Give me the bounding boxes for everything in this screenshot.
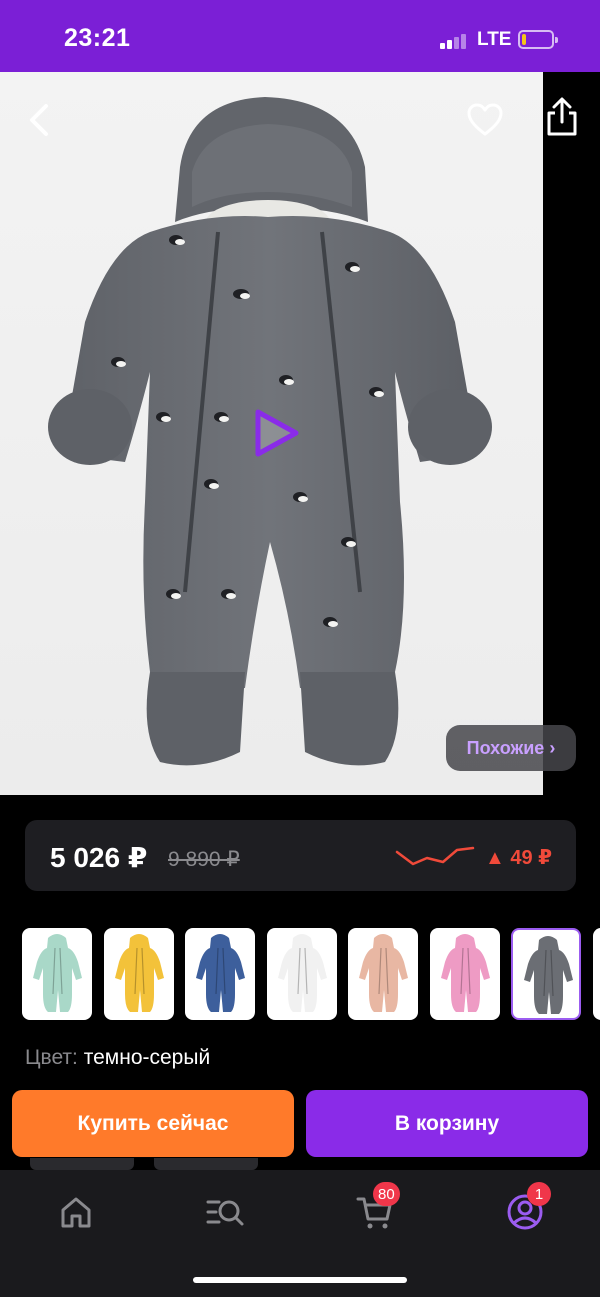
tab-catalog[interactable]: [205, 1192, 245, 1232]
old-price: 9 890 ₽: [168, 848, 240, 871]
color-label: Цвет:: [25, 1046, 78, 1069]
similar-products-button[interactable]: Похожие ›: [446, 725, 576, 771]
add-to-cart-button[interactable]: В корзину: [306, 1090, 588, 1157]
color-info: Цвет: темно-серый: [25, 1046, 210, 1070]
color-value: темно-серый: [83, 1046, 211, 1069]
status-time: 23:21: [64, 24, 131, 52]
color-thumb-peach[interactable]: [348, 928, 418, 1020]
hidden-size-chip: [154, 1158, 258, 1170]
price-trend-icon: [395, 846, 475, 866]
heart-outline-icon: [467, 103, 503, 136]
cart-badge: 80: [373, 1182, 400, 1206]
color-thumb-yellow[interactable]: [104, 928, 174, 1020]
share-button[interactable]: [543, 96, 581, 140]
snowsuit-thumbnail-icon: [359, 934, 408, 1012]
color-thumb-blue[interactable]: [185, 928, 255, 1020]
favorite-button[interactable]: [465, 100, 505, 140]
price-change: ▲ 49 ₽: [485, 847, 553, 869]
color-thumb-mint[interactable]: [22, 928, 92, 1020]
photo-side-strip: [543, 72, 600, 795]
hidden-size-chip: [30, 1158, 134, 1170]
snowsuit-thumbnail-icon: [115, 934, 164, 1012]
snowsuit-thumbnail-icon: [441, 934, 490, 1012]
tab-home[interactable]: [56, 1192, 96, 1232]
network-type: LTE: [477, 29, 512, 50]
play-video-button[interactable]: [248, 406, 302, 460]
share-icon: [547, 97, 577, 136]
snowsuit-thumbnail-icon: [278, 934, 327, 1012]
color-thumb-dark-grey[interactable]: [511, 928, 581, 1020]
snowsuit-thumbnail-icon: [33, 934, 82, 1012]
profile-badge: 1: [527, 1182, 551, 1206]
current-price: 5 026 ₽: [50, 842, 148, 873]
battery-icon: [518, 30, 558, 49]
back-button[interactable]: [22, 100, 56, 140]
price-card[interactable]: 5 026 ₽ 9 890 ₽ ▲ 49 ₽: [25, 820, 576, 891]
snowsuit-thumbnail-icon: [593, 928, 600, 1020]
color-thumb-white[interactable]: [267, 928, 337, 1020]
signal-icon: [440, 31, 468, 49]
snowsuit-thumbnail-icon: [524, 936, 573, 1014]
status-bar: 23:21 LTE: [0, 0, 600, 72]
buy-now-button[interactable]: Купить сейчас: [12, 1090, 294, 1157]
color-thumb-pink[interactable]: [430, 928, 500, 1020]
play-icon: [255, 409, 299, 457]
home-icon: [61, 1197, 91, 1228]
tab-cart[interactable]: 80: [355, 1182, 400, 1232]
catalog-search-icon: [206, 1200, 244, 1226]
tab-profile[interactable]: 1: [505, 1182, 551, 1232]
color-thumb-partial[interactable]: [593, 928, 600, 1020]
snowsuit-thumbnail-icon: [196, 934, 245, 1012]
color-thumbnails: [0, 928, 600, 1022]
chevron-left-icon: [30, 104, 48, 136]
home-indicator: [193, 1277, 407, 1283]
